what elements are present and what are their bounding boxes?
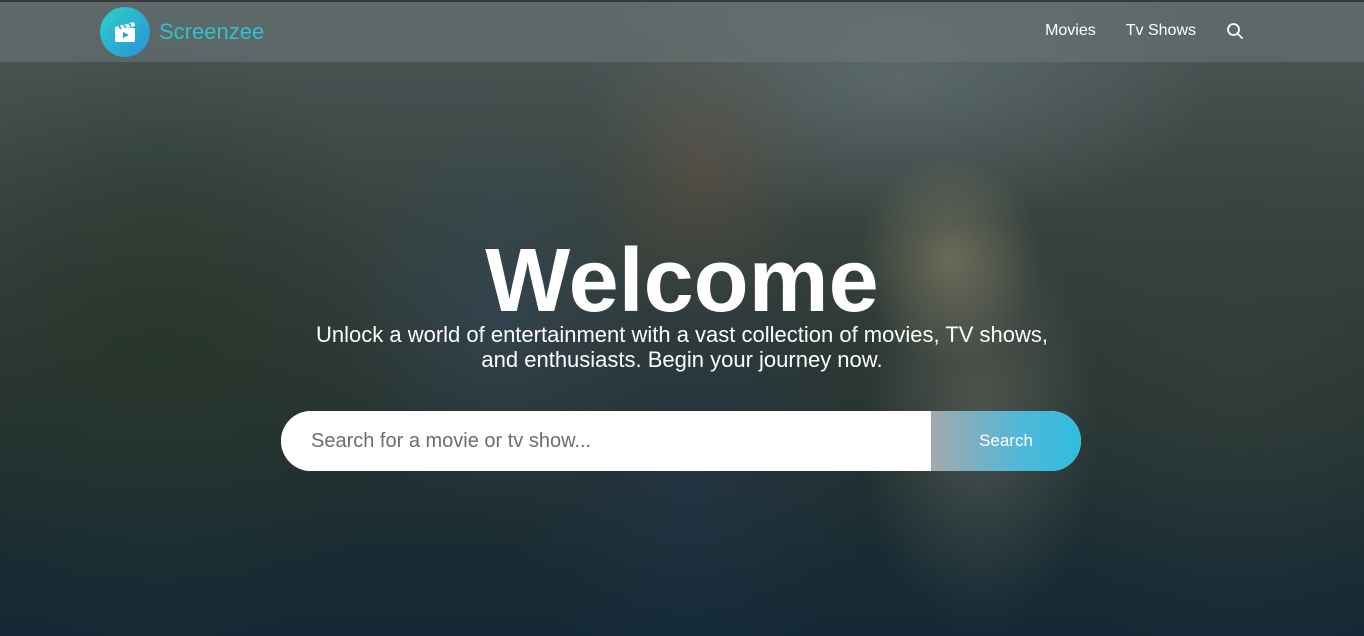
hero-tagline-line-1: Unlock a world of entertainment with a v… [315, 322, 1049, 347]
hero-tagline: Unlock a world of entertainment with a v… [272, 322, 1092, 372]
nav-link-movies[interactable]: Movies [1045, 22, 1096, 40]
site-header: Screenzee Movies Tv Shows [0, 0, 1364, 62]
brand-logo[interactable]: Screenzee [100, 7, 264, 57]
search-icon[interactable] [1226, 22, 1244, 40]
main-nav: Movies Tv Shows [1015, 22, 1244, 40]
hero-title: Welcome [485, 231, 879, 331]
hero-search-button[interactable]: Search [931, 411, 1081, 471]
hero-search-input[interactable] [281, 411, 931, 471]
clapperboard-icon [100, 7, 150, 57]
hero-search-form: Search [281, 411, 1081, 471]
hero-tagline-line-2: and enthusiasts. Begin your journey now. [481, 347, 883, 372]
nav-link-tv-shows[interactable]: Tv Shows [1126, 22, 1196, 40]
brand-name: Screenzee [159, 19, 265, 44]
